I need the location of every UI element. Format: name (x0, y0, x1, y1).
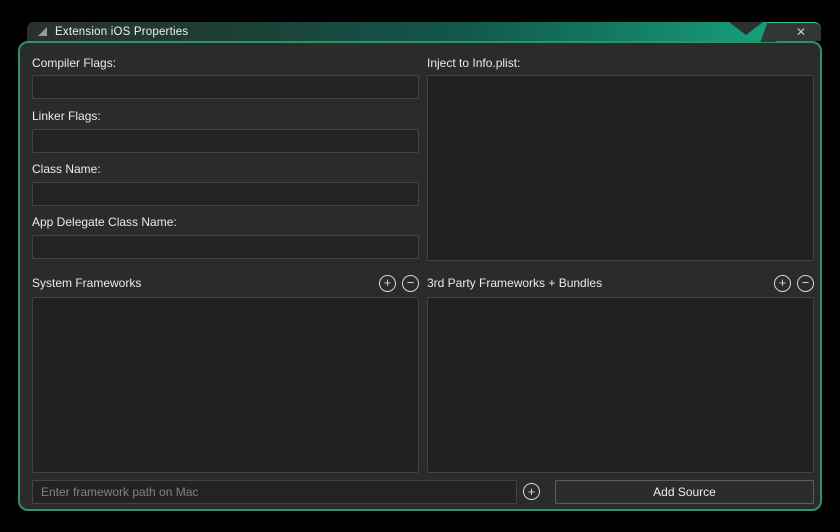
third-party-frameworks-remove-button[interactable]: − (797, 274, 814, 292)
title-bar-left: Extension iOS Properties (27, 22, 821, 41)
system-frameworks-list[interactable] (32, 297, 419, 473)
linker-flags-label: Linker Flags: (32, 109, 101, 123)
window-title: Extension iOS Properties (55, 25, 189, 38)
app-delegate-class-name-input[interactable] (32, 235, 419, 259)
properties-panel: Compiler Flags: Linker Flags: Class Name… (18, 41, 822, 511)
system-frameworks-label: System Frameworks (32, 276, 142, 290)
system-frameworks-add-button[interactable]: + (379, 274, 396, 292)
title-bar[interactable]: Extension iOS Properties ✕ (27, 22, 821, 41)
third-party-frameworks-label: 3rd Party Frameworks + Bundles (427, 276, 603, 290)
third-party-frameworks-header: 3rd Party Frameworks + Bundles + − (427, 273, 814, 293)
framework-path-add-button[interactable]: + (523, 483, 540, 500)
plus-icon: + (383, 275, 392, 290)
system-frameworks-header: System Frameworks + − (32, 273, 419, 293)
add-source-button[interactable]: Add Source (555, 480, 814, 504)
framework-path-input[interactable] (32, 480, 517, 504)
compiler-flags-input[interactable] (32, 75, 419, 99)
plus-icon: + (527, 483, 536, 499)
plus-icon: + (778, 275, 787, 290)
compiler-flags-label: Compiler Flags: (32, 56, 117, 70)
inject-info-plist-textarea[interactable] (427, 75, 814, 261)
system-frameworks-remove-button[interactable]: − (402, 274, 419, 292)
app-delegate-class-name-label: App Delegate Class Name: (32, 215, 177, 229)
third-party-frameworks-add-button[interactable]: + (774, 274, 791, 292)
titlebar-notch-decoration (729, 22, 763, 35)
close-icon[interactable]: ✕ (796, 26, 806, 38)
add-source-label: Add Source (653, 485, 716, 499)
class-name-input[interactable] (32, 182, 419, 206)
close-button[interactable]: ✕ (771, 22, 821, 41)
desktop-background: Extension iOS Properties ✕ Compiler Flag… (0, 0, 840, 532)
inject-info-plist-label: Inject to Info.plist: (427, 56, 521, 70)
collapse-triangle-icon (38, 27, 47, 36)
minus-icon: − (406, 275, 415, 290)
third-party-frameworks-list[interactable] (427, 297, 814, 473)
class-name-label: Class Name: (32, 162, 101, 176)
minus-icon: − (801, 275, 810, 290)
linker-flags-input[interactable] (32, 129, 419, 153)
